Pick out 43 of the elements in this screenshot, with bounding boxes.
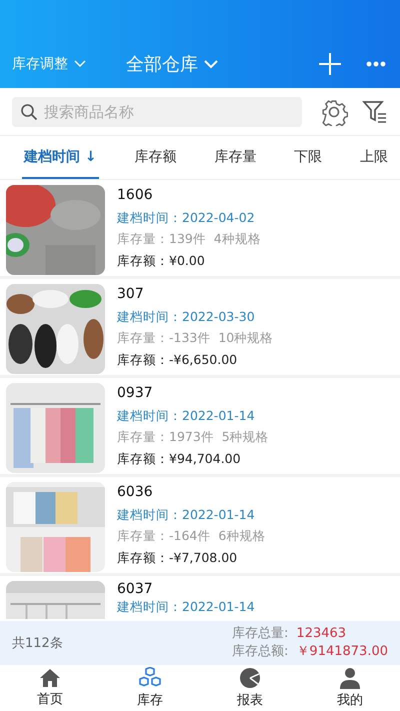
created-date: 建档时间：2022-03-30 bbox=[117, 308, 256, 325]
stock-amount: 库存额：-¥7,708.00 bbox=[117, 548, 238, 566]
stock-quantity: 库存量：-133件 10种规格 bbox=[117, 329, 274, 346]
stock-quantity: 库存量：1973件 5种规格 bbox=[117, 428, 269, 446]
filter-icon[interactable] bbox=[362, 100, 388, 124]
nav-tab[interactable]: 首页 bbox=[0, 665, 100, 711]
chevron-down-icon bbox=[204, 60, 218, 68]
cubes-icon bbox=[138, 667, 162, 689]
person-icon bbox=[339, 667, 361, 689]
add-icon[interactable] bbox=[318, 52, 342, 76]
sort-tab[interactable]: 下限 bbox=[292, 136, 324, 179]
total-quantity-label: 库存总量: bbox=[232, 625, 288, 643]
pie-chart-icon bbox=[239, 667, 261, 689]
product-code: 6037 bbox=[117, 581, 154, 598]
more-icon[interactable] bbox=[366, 61, 386, 67]
nav-tab[interactable]: 报表 bbox=[200, 665, 300, 711]
search-field[interactable]: 搜索商品名称 bbox=[12, 96, 302, 126]
total-quantity: 123463 bbox=[296, 625, 346, 643]
home-icon bbox=[39, 668, 61, 688]
total-amount-label: 库存总额: bbox=[232, 643, 288, 661]
record-count: 共112条 bbox=[12, 635, 63, 652]
stock-quantity: 库存量：-164件 6种规格 bbox=[117, 527, 266, 544]
product-code: 307 bbox=[117, 286, 145, 303]
product-code: 1606 bbox=[117, 187, 154, 204]
created-date: 建档时间：2022-04-02 bbox=[117, 208, 256, 226]
nav-tab[interactable]: 我的 bbox=[300, 665, 400, 711]
created-date: 建档时间：2022-01-14 bbox=[117, 598, 255, 615]
total-amount: ￥9141873.00 bbox=[296, 643, 388, 661]
sort-tab[interactable]: 库存额 bbox=[132, 136, 178, 179]
sort-tab[interactable]: 库存量 bbox=[212, 136, 258, 179]
nav-tab[interactable]: 库存 bbox=[100, 665, 200, 711]
product-code: 6036 bbox=[117, 484, 154, 501]
settings-icon[interactable] bbox=[320, 98, 348, 126]
stock-amount: 库存额：¥0.00 bbox=[117, 252, 206, 269]
chevron-down-icon bbox=[74, 60, 86, 68]
sort-tab[interactable]: 建档时间 ↓ bbox=[22, 136, 99, 179]
sort-tab[interactable]: 上限 bbox=[358, 136, 390, 179]
created-date: 建档时间：2022-01-14 bbox=[117, 406, 256, 424]
stock-amount: 库存额：¥94,704.00 bbox=[117, 450, 242, 467]
stock-amount: 库存额：-¥6,650.00 bbox=[117, 350, 238, 368]
created-date: 建档时间：2022-01-14 bbox=[117, 506, 256, 523]
product-code: 0937 bbox=[117, 385, 154, 402]
stock-quantity: 库存量：139件 4种规格 bbox=[117, 230, 261, 248]
